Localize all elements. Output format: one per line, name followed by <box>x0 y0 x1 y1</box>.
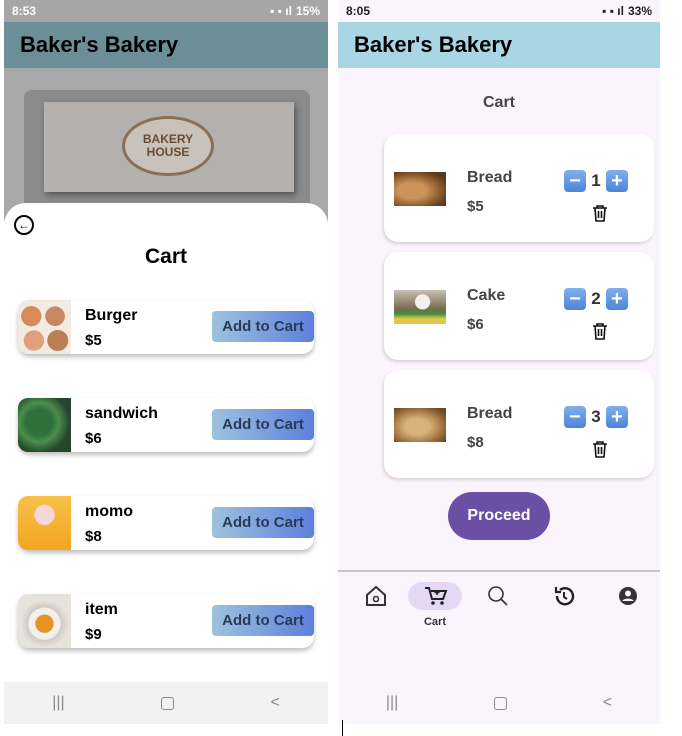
quantity-stepper: − 3 + <box>564 406 628 428</box>
list-item: Burger $5 Add to Cart <box>18 300 314 354</box>
item-price: $8 <box>85 528 102 545</box>
status-time: 8:53 <box>12 4 37 18</box>
recents-icon[interactable]: ||| <box>386 694 398 712</box>
plus-icon[interactable]: + <box>606 170 628 192</box>
list-item: sandwich $6 Add to Cart <box>18 398 314 452</box>
cart-item-price: $8 <box>467 434 484 451</box>
right-phone-screen: 8:05 ▪ ▪ ıl 33% Baker's Bakery Cart Brea… <box>338 0 660 724</box>
cart-item-price: $6 <box>467 316 484 333</box>
status-icons: ▪ ▪ ıl 33% <box>602 4 652 18</box>
search-icon[interactable] <box>470 584 526 608</box>
system-back-icon[interactable]: < <box>603 694 612 712</box>
add-to-cart-button[interactable]: Add to Cart <box>212 507 314 538</box>
item-name: item <box>85 601 118 618</box>
text-cursor <box>342 720 343 736</box>
banner-logo-line2: HOUSE <box>146 145 190 159</box>
app-title: Baker's Bakery <box>20 32 179 57</box>
add-to-cart-button[interactable]: Add to Cart <box>212 409 314 440</box>
app-title: Baker's Bakery <box>354 32 513 57</box>
home-system-icon[interactable] <box>161 696 175 710</box>
signal-icon: ▪ ▪ ıl <box>270 4 292 18</box>
item-name: Burger <box>85 307 138 324</box>
quantity-value: 1 <box>591 171 601 190</box>
cart-item: Bread $8 − 3 + <box>384 370 654 478</box>
cart-item-price: $5 <box>467 198 484 215</box>
quantity-value: 2 <box>591 289 601 308</box>
cart-item: Cake $6 − 2 + <box>384 252 654 360</box>
cart-bottom-sheet: ← Cart Burger $5 Add to Cart sandwich $6… <box>4 203 328 682</box>
cart-item-name: Bread <box>467 405 513 422</box>
page-title: Cart <box>482 94 515 111</box>
add-to-cart-button[interactable]: Add to Cart <box>212 311 314 342</box>
status-bar: 8:53 ▪ ▪ ıl 15% <box>4 0 328 22</box>
momo-image <box>18 496 71 550</box>
item-name: sandwich <box>85 405 158 422</box>
soup-image <box>18 594 71 648</box>
app-bar: Baker's Bakery <box>338 22 660 68</box>
banner-image: BAKERY HOUSE <box>44 102 294 192</box>
system-back-icon[interactable]: < <box>270 694 279 712</box>
list-item: momo $8 Add to Cart <box>18 496 314 550</box>
cart-item-name: Bread <box>467 169 513 186</box>
minus-icon[interactable]: − <box>564 288 586 310</box>
recents-icon[interactable]: ||| <box>52 694 64 712</box>
status-time: 8:05 <box>346 4 371 18</box>
plus-icon[interactable]: + <box>606 406 628 428</box>
profile-icon[interactable] <box>600 584 656 608</box>
battery-level: 15% <box>295 4 320 18</box>
system-nav-bar: ||| < <box>4 682 328 724</box>
sheet-title: Cart <box>144 245 187 268</box>
bakery-banner: BAKERY HOUSE <box>24 90 310 220</box>
left-phone-screen: 8:53 ▪ ▪ ıl 15% Baker's Bakery BAKERY HO… <box>4 0 328 724</box>
banner-logo: BAKERY HOUSE <box>122 116 214 176</box>
status-bar: 8:05 ▪ ▪ ıl 33% <box>338 0 660 22</box>
bread-image <box>394 408 446 442</box>
bottom-navigation: Cart <box>338 570 660 682</box>
quantity-stepper: − 1 + <box>564 170 628 192</box>
minus-icon[interactable]: − <box>564 170 586 192</box>
sandwich-image <box>18 398 71 452</box>
list-item: item $9 Add to Cart <box>18 594 314 648</box>
plus-icon[interactable]: + <box>606 288 628 310</box>
cart-item-name: Cake <box>467 287 506 304</box>
home-icon[interactable] <box>348 584 404 608</box>
item-price: $5 <box>85 332 102 349</box>
cart-icon[interactable] <box>407 584 463 608</box>
signal-icon: ▪ ▪ ıl <box>602 4 624 18</box>
item-price: $6 <box>85 430 102 447</box>
nav-active-label: Cart <box>423 616 446 628</box>
trash-icon[interactable] <box>592 322 608 340</box>
trash-icon[interactable] <box>592 204 608 222</box>
minus-icon[interactable]: − <box>564 406 586 428</box>
status-icons: ▪ ▪ ıl 15% <box>270 4 320 18</box>
proceed-button[interactable]: Proceed <box>448 492 550 540</box>
back-arrow-icon[interactable]: ← <box>14 215 34 235</box>
cart-item: Bread $5 − 1 + <box>384 134 654 242</box>
item-price: $9 <box>85 626 102 643</box>
system-nav-bar: ||| < <box>338 682 660 724</box>
app-bar: Baker's Bakery <box>4 22 328 68</box>
home-system-icon[interactable] <box>494 696 508 710</box>
bread-image <box>394 172 446 206</box>
quantity-value: 3 <box>591 407 601 426</box>
cake-image <box>394 290 446 324</box>
add-to-cart-button[interactable]: Add to Cart <box>212 605 314 636</box>
history-icon[interactable] <box>536 584 592 608</box>
item-name: momo <box>85 503 133 520</box>
battery-level: 33% <box>627 4 652 18</box>
quantity-stepper: − 2 + <box>564 288 628 310</box>
burger-image <box>18 300 71 354</box>
trash-icon[interactable] <box>592 440 608 458</box>
